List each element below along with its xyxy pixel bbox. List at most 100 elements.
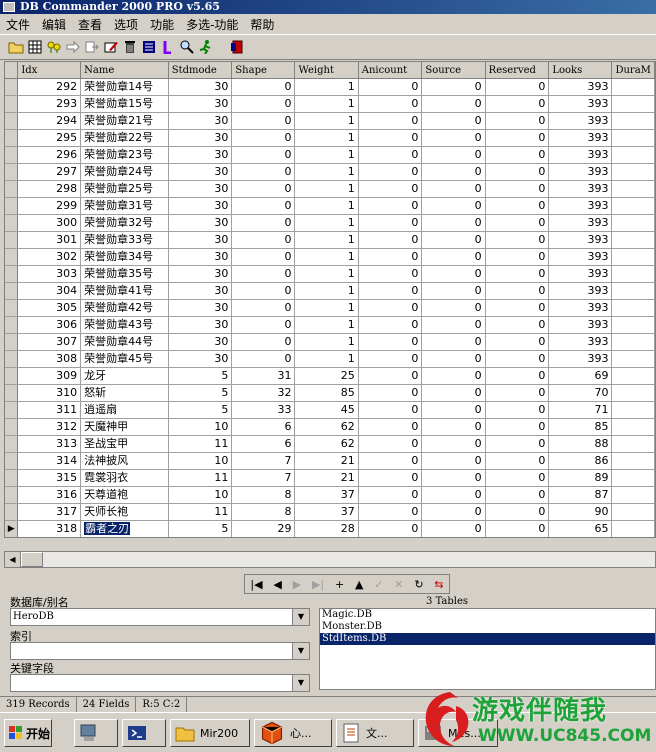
row-indicator[interactable] [5, 78, 19, 96]
table-cell[interactable]: 314 [17, 452, 82, 470]
table-cell[interactable]: 30 [168, 146, 233, 164]
table-cell[interactable]: 0 [231, 248, 296, 266]
table-row[interactable]: 296 荣誉勋章23号 30 0 1 0 0 0 393 [5, 146, 655, 164]
column-header[interactable]: Anicount [358, 62, 423, 79]
column-header[interactable]: Reserved [485, 62, 550, 79]
nav-extra-icon[interactable]: ⇆ [434, 578, 443, 591]
table-cell[interactable]: 荣誉勋章32号 [80, 214, 169, 232]
table-cell[interactable] [611, 486, 655, 504]
db-alias-combo[interactable]: HeroDB ▼ [10, 608, 310, 626]
table-cell[interactable]: 5 [168, 520, 233, 537]
table-cell[interactable]: 1 [294, 129, 359, 147]
table-cell[interactable]: 30 [168, 248, 233, 266]
table-cell[interactable]: 65 [548, 520, 613, 537]
table-cell[interactable] [611, 316, 655, 334]
table-cell[interactable]: 0 [485, 469, 550, 487]
row-indicator[interactable] [5, 401, 19, 419]
row-indicator[interactable] [5, 146, 19, 164]
table-cell[interactable]: 0 [421, 401, 486, 419]
table-cell[interactable]: 33 [231, 401, 296, 419]
table-cell[interactable]: 0 [485, 214, 550, 232]
table-row[interactable]: 311 逍遥扇 5 33 45 0 0 0 71 [5, 401, 655, 419]
table-cell[interactable]: 85 [548, 418, 613, 436]
table-cell[interactable]: 0 [231, 214, 296, 232]
table-cell[interactable]: 荣誉勋章42号 [80, 299, 169, 317]
table-cell[interactable]: 0 [358, 316, 423, 334]
table-cell[interactable] [611, 180, 655, 198]
table-cell[interactable]: 0 [421, 520, 486, 537]
data-grid[interactable]: Idx Name Stdmode Shape Weight Anicount Source R… [4, 61, 656, 538]
table-cell[interactable]: 393 [548, 214, 613, 232]
table-cell[interactable]: 逍遥扇 [80, 401, 169, 419]
table-cell[interactable]: 90 [548, 503, 613, 521]
row-indicator[interactable] [5, 95, 19, 113]
table-cell[interactable] [611, 282, 655, 300]
current-row-indicator-icon[interactable]: ▶ [5, 520, 19, 537]
table-cell[interactable]: 393 [548, 350, 613, 368]
table-cell[interactable]: 306 [17, 316, 82, 334]
table-cell[interactable]: 30 [168, 197, 233, 215]
open-folder-icon[interactable] [8, 39, 24, 55]
table-cell[interactable] [611, 129, 655, 147]
table-cell[interactable]: 0 [421, 163, 486, 181]
table-cell[interactable]: 荣誉勋章15号 [80, 95, 169, 113]
table-cell[interactable]: 荣誉勋章21号 [80, 112, 169, 130]
table-cell[interactable]: 30 [168, 95, 233, 113]
table-cell[interactable]: 393 [548, 163, 613, 181]
table-cell[interactable]: 0 [358, 265, 423, 283]
table-cell[interactable]: 0 [231, 129, 296, 147]
table-cell[interactable]: 0 [421, 503, 486, 521]
table-cell[interactable]: 6 [231, 435, 296, 453]
table-cell[interactable]: 1 [294, 248, 359, 266]
table-cell[interactable]: 0 [358, 78, 423, 96]
table-cell[interactable]: 393 [548, 112, 613, 130]
table-cell[interactable]: 0 [421, 129, 486, 147]
table-cell[interactable]: 10 [168, 486, 233, 504]
taskbar-item-mir200[interactable]: Mir200 [170, 719, 250, 747]
table-row[interactable]: 300 荣誉勋章32号 30 0 1 0 0 0 393 [5, 214, 655, 232]
nav-next-button[interactable]: ▶ [293, 578, 301, 591]
table-row[interactable]: 298 荣誉勋章25号 30 0 1 0 0 0 393 [5, 180, 655, 198]
table-cell[interactable]: 11 [168, 435, 233, 453]
table-cell[interactable]: 71 [548, 401, 613, 419]
table-row[interactable]: 302 荣誉勋章34号 30 0 1 0 0 0 393 [5, 248, 655, 266]
row-indicator[interactable] [5, 367, 19, 385]
row-indicator[interactable] [5, 333, 19, 351]
table-cell[interactable]: 317 [17, 503, 82, 521]
row-indicator[interactable] [5, 163, 19, 181]
table-cell[interactable]: 29 [231, 520, 296, 537]
table-cell[interactable]: 0 [358, 214, 423, 232]
table-cell[interactable] [611, 248, 655, 266]
table-cell[interactable]: 荣誉勋章31号 [80, 197, 169, 215]
arrow-right-icon[interactable] [65, 39, 81, 55]
table-cell[interactable]: 308 [17, 350, 82, 368]
table-cell[interactable]: 怒斩 [80, 384, 169, 402]
table-cell[interactable]: 0 [485, 367, 550, 385]
table-cell[interactable]: 0 [231, 95, 296, 113]
table-cell[interactable]: 0 [421, 146, 486, 164]
row-indicator[interactable] [5, 129, 19, 147]
table-cell[interactable]: 11 [168, 503, 233, 521]
table-cell[interactable]: 龙牙 [80, 367, 169, 385]
table-cell[interactable]: 294 [17, 112, 82, 130]
table-cell[interactable]: 0 [485, 316, 550, 334]
table-cell[interactable]: 7 [231, 469, 296, 487]
row-indicator[interactable] [5, 197, 19, 215]
table-cell[interactable]: 295 [17, 129, 82, 147]
menu-edit[interactable]: 编辑 [42, 16, 66, 33]
table-cell[interactable]: 0 [485, 486, 550, 504]
table-cell[interactable]: 荣誉勋章25号 [80, 180, 169, 198]
table-cell[interactable]: 0 [358, 333, 423, 351]
table-cell[interactable]: 70 [548, 384, 613, 402]
table-cell[interactable]: 393 [548, 78, 613, 96]
table-cell[interactable]: 0 [358, 197, 423, 215]
table-cell[interactable]: 311 [17, 401, 82, 419]
table-cell[interactable]: 0 [485, 452, 550, 470]
table-cell[interactable]: 30 [168, 316, 233, 334]
nav-post-button[interactable]: ✓ [374, 578, 383, 591]
exit-door-icon[interactable] [229, 39, 245, 55]
table-cell[interactable]: 1 [294, 265, 359, 283]
table-cell[interactable]: 6 [231, 418, 296, 436]
menu-help[interactable]: 帮助 [250, 16, 274, 33]
table-cell[interactable]: 荣誉勋章44号 [80, 333, 169, 351]
